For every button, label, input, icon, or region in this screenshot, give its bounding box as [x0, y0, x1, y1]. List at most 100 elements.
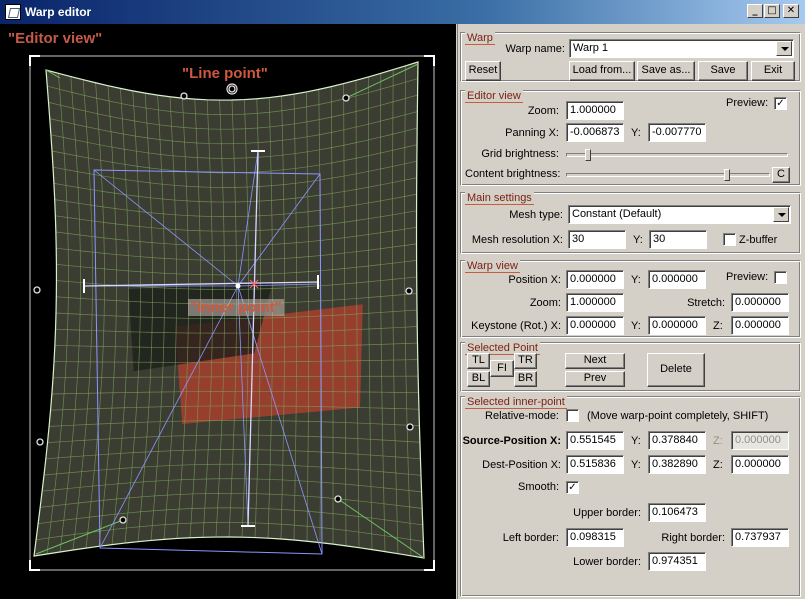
- smooth-checkbox[interactable]: ✓: [566, 481, 579, 494]
- title-bar[interactable]: Warp editor _ □ ✕: [0, 0, 805, 24]
- chevron-down-icon[interactable]: [773, 207, 789, 222]
- line-point-label: "Line point": [182, 65, 268, 82]
- inner-point-label: "Inner point": [188, 299, 284, 316]
- stretch-field[interactable]: 0.000000: [731, 293, 789, 312]
- corner-bracket: [29, 560, 40, 571]
- source-y-field[interactable]: 0.378840: [648, 431, 706, 450]
- upper-border-label: Upper border:: [573, 507, 641, 519]
- dest-x-field[interactable]: 0.515836: [566, 455, 624, 474]
- mesh-resolution-x-field[interactable]: 30: [568, 230, 626, 249]
- mesh-type-select[interactable]: Constant (Default): [568, 205, 791, 224]
- bottom-right-button[interactable]: BR: [514, 371, 537, 387]
- minimize-button[interactable]: _: [747, 4, 763, 18]
- delete-button[interactable]: Delete: [647, 353, 705, 387]
- position-x-field[interactable]: 0.000000: [566, 270, 624, 289]
- grid-brightness-slider[interactable]: [566, 153, 788, 157]
- content-brightness-label: Content brightness:: [465, 168, 561, 180]
- settings-panel: Warp Warp name: Warp 1 Reset Load from..…: [457, 24, 805, 599]
- zbuffer-checkbox[interactable]: [723, 233, 736, 246]
- zoom-field[interactable]: 1.000000: [566, 101, 624, 120]
- top-left-button[interactable]: TL: [467, 353, 490, 369]
- maximize-button[interactable]: □: [764, 4, 780, 18]
- editor-viewport[interactable]: "Editor view" "Line point" "Inner point": [0, 24, 456, 599]
- chevron-down-icon[interactable]: [776, 41, 792, 56]
- editor-view-group: Editor view Zoom: 1.000000 Preview: ✓ Pa…: [460, 90, 801, 186]
- top-right-button[interactable]: TR: [514, 353, 537, 369]
- selected-inner-point-group: Selected inner-point Relative-mode: (Mov…: [460, 396, 801, 597]
- grid-brightness-label: Grid brightness:: [481, 148, 559, 160]
- source-x-field[interactable]: 0.551545: [566, 431, 624, 450]
- close-button[interactable]: ✕: [783, 4, 799, 18]
- mesh-resolution-x-label: Mesh resolution X:: [471, 234, 563, 246]
- keystone-z-field[interactable]: 0.000000: [731, 316, 789, 335]
- warp-name-label: Warp name:: [505, 43, 565, 55]
- line-point-handle: [119, 516, 127, 524]
- line-point-handle: [36, 438, 44, 446]
- relative-mode-hint: (Move warp-point completely, SHIFT): [587, 410, 769, 422]
- keystone-z-label: Z:: [713, 320, 723, 332]
- editor-view-group-title: Editor view: [465, 90, 523, 103]
- reset-button[interactable]: Reset: [465, 61, 501, 81]
- dest-z-label: Z:: [713, 459, 723, 471]
- grid-brightness-thumb[interactable]: [585, 149, 592, 161]
- line-point-handle: [405, 287, 413, 295]
- fi-button[interactable]: FI: [490, 360, 514, 377]
- warp-name-select[interactable]: Warp 1: [569, 39, 794, 58]
- line-point-handle: [228, 85, 236, 93]
- prev-button[interactable]: Prev: [565, 371, 625, 387]
- warp-zoom-field[interactable]: 1.000000: [566, 293, 624, 312]
- warp-view-title: Warp view: [465, 260, 520, 273]
- mesh-resolution-y-field[interactable]: 30: [649, 230, 707, 249]
- panning-x-field[interactable]: -0.006873: [566, 123, 624, 142]
- panning-y-label: Y:: [631, 127, 641, 139]
- source-z-label: Z:: [713, 435, 723, 447]
- warp-preview-checkbox[interactable]: [774, 271, 787, 284]
- stretch-label: Stretch:: [687, 297, 725, 309]
- exit-button[interactable]: Exit: [751, 61, 795, 81]
- line-point-handle: [334, 495, 342, 503]
- preview-checkbox[interactable]: ✓: [774, 97, 787, 110]
- line-point-handle: [180, 92, 188, 100]
- source-position-x-label: Source-Position X:: [462, 435, 561, 447]
- save-button[interactable]: Save: [698, 61, 748, 81]
- app-icon: [5, 4, 21, 20]
- preview-label: Preview:: [726, 97, 769, 109]
- upper-border-field[interactable]: 0.106473: [648, 503, 706, 522]
- smooth-label: Smooth:: [518, 481, 559, 493]
- dest-y-field[interactable]: 0.382890: [648, 455, 706, 474]
- content-brightness-slider[interactable]: [566, 173, 770, 177]
- window-title: Warp editor: [25, 5, 92, 19]
- corner-bracket: [424, 560, 435, 571]
- lower-border-field[interactable]: 0.974351: [648, 552, 706, 571]
- panning-y-field[interactable]: -0.007770: [648, 123, 706, 142]
- save-as-button[interactable]: Save as...: [637, 61, 695, 81]
- warp-name-value: Warp 1: [573, 42, 609, 54]
- next-button[interactable]: Next: [565, 353, 625, 369]
- content-brightness-c-button[interactable]: C: [772, 167, 790, 183]
- source-y-label: Y:: [631, 435, 641, 447]
- inner-point-handle: [235, 283, 241, 289]
- bottom-left-button[interactable]: BL: [467, 371, 490, 387]
- keystone-y-label: Y:: [631, 320, 641, 332]
- warp-group: Warp Warp name: Warp 1 Reset Load from..…: [460, 32, 801, 82]
- left-border-field[interactable]: 0.098315: [566, 528, 624, 547]
- right-border-field[interactable]: 0.737937: [731, 528, 789, 547]
- position-y-label: Y:: [631, 274, 641, 286]
- content-brightness-thumb[interactable]: [724, 169, 731, 181]
- selected-point-group: Selected Point TL FI TR BL BR Next Prev …: [460, 342, 801, 392]
- relative-mode-checkbox[interactable]: [566, 409, 579, 422]
- main-settings-title: Main settings: [465, 192, 534, 205]
- load-from-button[interactable]: Load from...: [569, 61, 635, 81]
- position-y-field[interactable]: 0.000000: [648, 270, 706, 289]
- mesh-type-value: Constant (Default): [572, 208, 662, 220]
- source-z-field: 0.000000: [731, 431, 789, 450]
- panning-x-label: Panning X:: [505, 127, 559, 139]
- relative-mode-label: Relative-mode:: [485, 410, 559, 422]
- main-settings-group: Main settings Mesh type: Constant (Defau…: [460, 192, 801, 254]
- dest-z-field[interactable]: 0.000000: [731, 455, 789, 474]
- right-border-label: Right border:: [661, 532, 725, 544]
- keystone-y-field[interactable]: 0.000000: [648, 316, 706, 335]
- keystone-x-field[interactable]: 0.000000: [566, 316, 624, 335]
- line-point-handle: [406, 423, 414, 431]
- mesh-resolution-y-label: Y:: [633, 234, 643, 246]
